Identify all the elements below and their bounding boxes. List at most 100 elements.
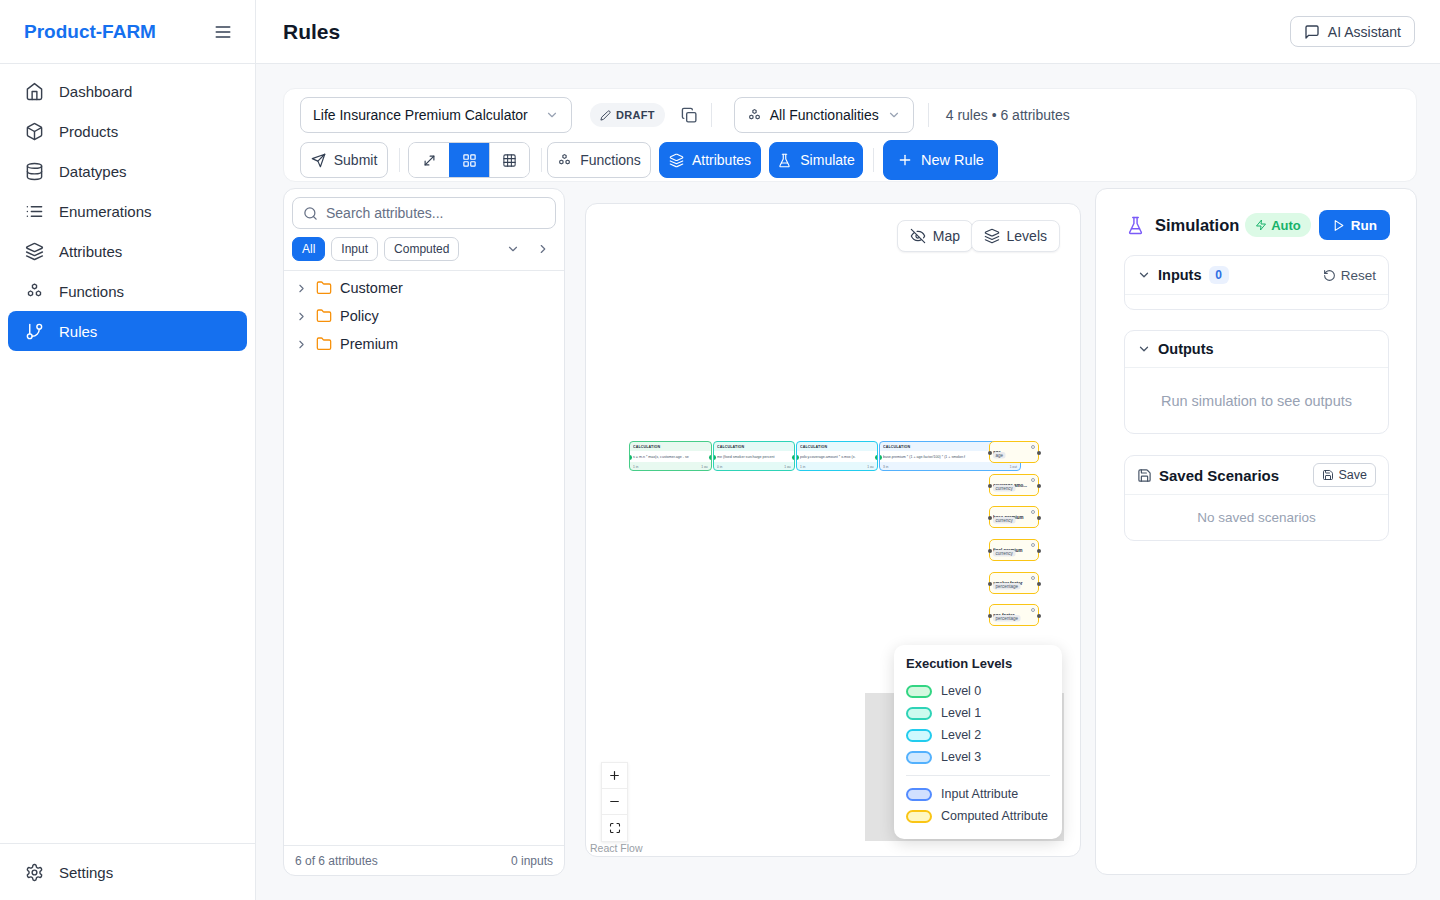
saved-scenarios-empty-text: No saved scenarios	[1197, 510, 1316, 525]
legend-row-level-0: Level 0	[906, 680, 1050, 702]
inputs-section: Inputs 0 Reset	[1124, 255, 1389, 310]
attributes-panel-top: All Input Computed	[284, 189, 564, 270]
folder-label: Policy	[340, 308, 379, 324]
calc-node-3[interactable]: CALCULATION policy.coverage.amount * x.m…	[796, 441, 878, 471]
input-attribute-swatch	[906, 788, 932, 801]
zoom-in-button[interactable]	[602, 763, 627, 789]
sidebar-item-functions[interactable]: Functions	[8, 271, 247, 311]
zoom-out-button[interactable]	[602, 789, 627, 815]
sidebar-nav: Dashboard Products Datatypes Enumeration…	[0, 64, 255, 843]
search-input[interactable]	[326, 205, 545, 221]
outputs-empty-text: Run simulation to see outputs	[1161, 393, 1352, 409]
new-rule-button[interactable]: New Rule	[883, 140, 998, 180]
filter-chips: All Input Computed	[292, 237, 556, 270]
attr-node-coverage-amount[interactable]: coverage.amo... currency	[989, 474, 1039, 496]
list-icon	[25, 202, 44, 221]
outputs-header[interactable]: Outputs	[1125, 331, 1388, 367]
sidebar-item-dashboard[interactable]: Dashboard	[8, 71, 247, 111]
submit-label: Submit	[334, 152, 378, 168]
legend-row-input-attribute: Input Attribute	[906, 783, 1050, 805]
saved-scenarios-section: Saved Scenarios Save No saved scenarios	[1124, 455, 1389, 541]
chevron-down-icon	[887, 108, 901, 122]
simulate-button[interactable]: Simulate	[769, 142, 863, 178]
copy-icon[interactable]	[681, 107, 698, 124]
molecule-icon	[25, 282, 44, 301]
sidebar-item-products[interactable]: Products	[8, 111, 247, 151]
chevron-right-icon[interactable]	[536, 242, 550, 256]
attr-node-base-premium[interactable]: base.premium currency	[989, 506, 1039, 528]
sidebar-item-label: Functions	[59, 283, 124, 300]
folder-icon	[316, 336, 332, 352]
attr-node-age-factor[interactable]: age.factor percentage	[989, 604, 1039, 626]
menu-toggle-icon[interactable]	[213, 22, 233, 42]
save-icon	[1137, 468, 1152, 483]
sidebar-item-label: Dashboard	[59, 83, 132, 100]
tree-folder-premium[interactable]: Premium	[284, 330, 564, 358]
reactflow-attribution: React Flow	[590, 842, 643, 854]
git-branch-icon	[25, 322, 44, 341]
levels-toggle-button[interactable]: Levels	[971, 220, 1060, 252]
filter-chip-input[interactable]: Input	[331, 237, 378, 261]
attr-node-age[interactable]: age age	[989, 441, 1039, 463]
table-view-button[interactable]	[489, 143, 529, 177]
save-icon	[1322, 469, 1334, 481]
levels-label: Levels	[1007, 228, 1047, 244]
sidebar-item-enumerations[interactable]: Enumerations	[8, 191, 247, 231]
toolbar-row-2: Submit Functions Attributes	[300, 142, 1400, 178]
auto-label: Auto	[1271, 218, 1301, 233]
sidebar-item-label: Rules	[59, 323, 97, 340]
home-icon	[25, 82, 44, 101]
search-icon	[303, 206, 318, 221]
attr-node-smoker-factor[interactable]: smoker.factor percentage	[989, 572, 1039, 594]
pencil-icon	[600, 110, 611, 121]
sidebar-item-settings[interactable]: Settings	[8, 852, 247, 892]
attr-type-icon	[1031, 543, 1035, 547]
toolbar-row-1: Life Insurance Premium Calculator DRAFT …	[300, 97, 1400, 133]
attr-type-icon	[1031, 510, 1035, 514]
attr-node-final-premium[interactable]: final.premium currency	[989, 539, 1039, 561]
folder-icon	[316, 280, 332, 296]
attributes-button[interactable]: Attributes	[659, 142, 761, 178]
rules-attributes-count: 4 rules • 6 attributes	[946, 107, 1070, 123]
chat-icon	[1304, 24, 1320, 40]
map-toggle-button[interactable]: Map	[897, 220, 973, 252]
run-button[interactable]: Run	[1319, 210, 1390, 240]
toolbar: Life Insurance Premium Calculator DRAFT …	[283, 88, 1417, 182]
grid-view-button[interactable]	[449, 143, 489, 177]
expand-view-button[interactable]	[409, 143, 449, 177]
layers-icon	[669, 153, 684, 168]
fit-view-button[interactable]	[602, 815, 627, 841]
tree-folder-policy[interactable]: Policy	[284, 302, 564, 330]
play-icon	[1332, 219, 1345, 232]
tree-folder-customer[interactable]: Customer	[284, 274, 564, 302]
inputs-count: 0 inputs	[511, 854, 553, 868]
content-area: Life Insurance Premium Calculator DRAFT …	[256, 64, 1440, 900]
sidebar-item-attributes[interactable]: Attributes	[8, 231, 247, 271]
calc-node-2[interactable]: CALCULATION me (fixed smoker surcharge p…	[713, 441, 795, 471]
functions-button[interactable]: Functions	[547, 142, 651, 178]
chevron-down-icon[interactable]	[506, 242, 520, 256]
calc-node-1[interactable]: CALCULATION s = m.n * max(x, customer.ag…	[629, 441, 712, 471]
inputs-header[interactable]: Inputs 0 Reset	[1125, 256, 1388, 294]
auto-badge[interactable]: Auto	[1245, 213, 1311, 237]
submit-button[interactable]: Submit	[300, 142, 388, 178]
flow-canvas[interactable]: Map Levels CALCULATION s = m.n * max(x, …	[585, 203, 1081, 857]
ai-assistant-button[interactable]: AI Assistant	[1290, 16, 1415, 47]
sidebar-item-datatypes[interactable]: Datatypes	[8, 151, 247, 191]
save-scenario-button[interactable]: Save	[1313, 463, 1377, 487]
attr-type-icon	[1031, 478, 1035, 482]
filter-chip-all[interactable]: All	[292, 237, 325, 261]
legend-row-level-3: Level 3	[906, 746, 1050, 768]
layers-icon	[25, 242, 44, 261]
functionality-select[interactable]: All Functionalities	[734, 97, 914, 133]
sidebar-footer: Settings	[0, 843, 255, 900]
attributes-count: 6 of 6 attributes	[295, 854, 378, 868]
product-select[interactable]: Life Insurance Premium Calculator	[300, 97, 572, 133]
reset-button[interactable]: Reset	[1323, 268, 1376, 283]
filter-chip-computed[interactable]: Computed	[384, 237, 459, 261]
attr-type-icon	[1031, 576, 1035, 580]
sidebar-item-label: Enumerations	[59, 203, 152, 220]
chevron-down-icon	[1137, 268, 1151, 282]
folder-label: Premium	[340, 336, 398, 352]
sidebar-item-rules[interactable]: Rules	[8, 311, 247, 351]
